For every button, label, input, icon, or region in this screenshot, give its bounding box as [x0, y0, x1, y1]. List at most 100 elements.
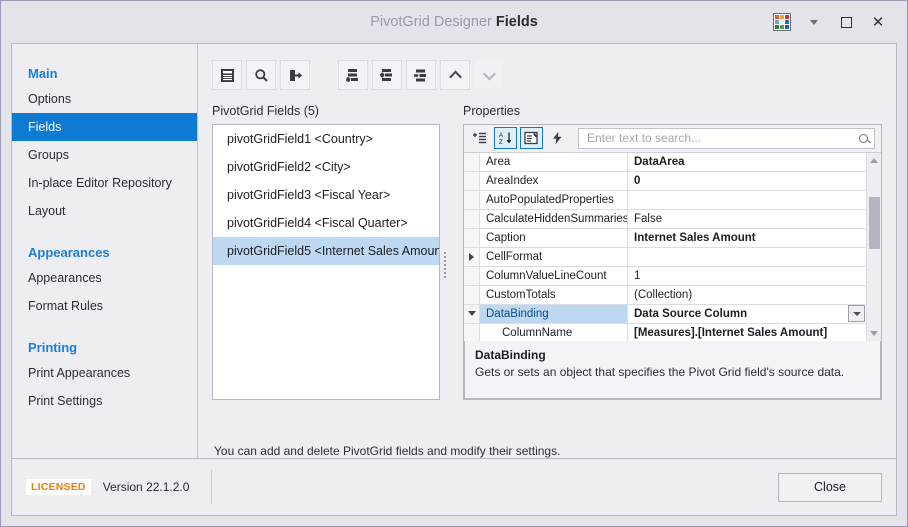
property-value[interactable]: 0	[628, 172, 866, 190]
window-title-app: PivotGrid Designer	[370, 14, 492, 30]
property-dropdown-button[interactable]	[848, 305, 865, 323]
sidebar-item-appearances[interactable]: Appearances	[12, 264, 197, 292]
move-up-button[interactable]	[440, 60, 470, 90]
window-body: Main Options Fields Groups In-place Edit…	[11, 43, 897, 458]
sidebar-group-printing-heading: Printing	[28, 340, 78, 355]
table-row[interactable]: ColumnName [Measures].[Internet Sales Am…	[464, 323, 866, 342]
row-expander[interactable]	[464, 304, 480, 323]
property-value[interactable]: Internet Sales Amount	[628, 229, 866, 247]
row-expander	[464, 209, 480, 228]
window-title-page: Fields	[495, 14, 538, 30]
property-value[interactable]: Data Source Column	[628, 304, 866, 323]
sidebar-item-print-settings[interactable]: Print Settings	[12, 387, 197, 415]
theme-grid-button[interactable]	[767, 9, 797, 35]
description-text: Gets or sets an object that specifies th…	[475, 365, 845, 380]
row-expander	[464, 171, 480, 190]
sidebar-item-options[interactable]: Options	[12, 85, 197, 113]
pivotgrid-designer-window: PivotGrid Designer Fields ✕ Main Options…	[0, 0, 908, 527]
search-icon	[254, 68, 268, 82]
export-button[interactable]	[280, 60, 310, 90]
close-window-button[interactable]: ✕	[863, 9, 893, 35]
table-row[interactable]: AreaIndex 0	[464, 171, 866, 191]
sort-alphabetical-button[interactable]: A Z	[494, 127, 517, 150]
table-row-selected[interactable]: DataBinding Data Source Column	[464, 304, 866, 324]
title-bar: PivotGrid Designer Fields ✕	[1, 1, 907, 43]
properties-page-button[interactable]	[520, 127, 543, 150]
add-field-button[interactable]	[338, 60, 368, 90]
sidebar-item-print-appearances[interactable]: Print Appearances	[12, 359, 197, 387]
expand-expanded-icon	[467, 311, 476, 317]
sidebar-item-layout[interactable]: Layout	[12, 197, 197, 225]
chevron-down-icon	[810, 19, 818, 25]
panel-splitter[interactable]	[440, 104, 449, 426]
license-badge: LICENSED	[26, 479, 91, 495]
property-value[interactable]: 1	[628, 267, 866, 285]
property-name: AutoPopulatedProperties	[480, 190, 628, 209]
close-button[interactable]: Close	[778, 472, 882, 502]
scrollbar-thumb[interactable]	[869, 196, 880, 249]
property-value[interactable]	[628, 191, 866, 209]
sort-alphabetical-icon: A Z	[499, 132, 512, 145]
property-value[interactable]: False	[628, 210, 866, 228]
fields-panel-label: PivotGrid Fields (5)	[212, 104, 319, 118]
property-name: AreaIndex	[480, 171, 628, 190]
list-item[interactable]: pivotGridField3 <Fiscal Year>	[213, 181, 439, 209]
property-value[interactable]: DataArea	[628, 153, 866, 171]
table-row[interactable]: CustomTotals (Collection)	[464, 285, 866, 305]
remove-field-button[interactable]	[406, 60, 436, 90]
move-down-button[interactable]	[474, 60, 504, 90]
fields-list[interactable]: pivotGridField1 <Country> pivotGridField…	[212, 124, 440, 400]
svg-text:A: A	[499, 133, 503, 139]
svg-text:Z: Z	[499, 140, 503, 145]
scroll-up-button[interactable]	[867, 153, 881, 168]
maximize-icon	[840, 16, 852, 28]
property-name: ColumnName	[480, 323, 628, 342]
categorized-button[interactable]	[468, 127, 491, 149]
expand-collapsed-icon	[469, 252, 474, 261]
properties-search-input[interactable]	[585, 130, 859, 147]
property-value[interactable]	[628, 248, 866, 266]
sidebar-item-in-place-editor-repository[interactable]: In-place Editor Repository	[12, 169, 197, 197]
insert-field-button[interactable]	[372, 60, 402, 90]
sidebar-item-groups[interactable]: Groups	[12, 141, 197, 169]
maximize-button[interactable]	[831, 9, 861, 35]
sidebar: Main Options Fields Groups In-place Edit…	[12, 44, 198, 458]
table-row[interactable]: Area DataArea	[464, 152, 866, 172]
table-row[interactable]: ColumnValueLineCount 1	[464, 266, 866, 286]
properties-icon	[524, 132, 538, 145]
events-button[interactable]	[546, 127, 569, 149]
list-item[interactable]: pivotGridField1 <Country>	[213, 125, 439, 153]
export-icon	[289, 69, 302, 81]
table-row[interactable]: CalculateHiddenSummaries False	[464, 209, 866, 229]
close-icon: ✕	[871, 13, 885, 31]
property-name: DataBinding	[480, 304, 628, 323]
properties-panel: Properties A Z Enter text to search... A…	[463, 104, 882, 426]
form-view-button[interactable]	[212, 60, 242, 90]
sidebar-item-format-rules[interactable]: Format Rules	[12, 292, 197, 320]
property-name: CustomTotals	[480, 285, 628, 304]
property-value[interactable]: (Collection)	[628, 286, 866, 304]
content-area: PivotGrid Fields (5) pivotGridField1 <Co…	[198, 44, 896, 458]
table-row[interactable]: CellFormat	[464, 247, 866, 267]
properties-toolbar: A Z	[464, 125, 881, 153]
sidebar-group-main-heading: Main	[28, 66, 58, 81]
properties-grid: Area DataArea AreaIndex 0 AutoPopulatedP…	[464, 152, 881, 342]
theme-dropdown-button[interactable]	[799, 9, 829, 35]
properties-vertical-scrollbar[interactable]	[866, 152, 881, 342]
table-row[interactable]: AutoPopulatedProperties	[464, 190, 866, 210]
list-item[interactable]: pivotGridField4 <Fiscal Quarter>	[213, 209, 439, 237]
search-button[interactable]	[246, 60, 276, 90]
property-name: Area	[480, 152, 628, 171]
row-expander[interactable]	[464, 247, 480, 266]
scroll-down-button[interactable]	[867, 326, 881, 341]
property-name: ColumnValueLineCount	[480, 266, 628, 285]
list-item[interactable]: pivotGridField2 <City>	[213, 153, 439, 181]
row-expander	[464, 228, 480, 247]
sidebar-item-fields[interactable]: Fields	[12, 113, 197, 141]
properties-search-field[interactable]	[578, 127, 875, 149]
table-row[interactable]: Caption Internet Sales Amount	[464, 228, 866, 248]
property-value[interactable]: [Measures].[Internet Sales Amount]	[628, 324, 866, 342]
list-item-selected[interactable]: pivotGridField5 <Internet Sales Amount>	[213, 237, 439, 265]
fields-panel: PivotGrid Fields (5) pivotGridField1 <Co…	[212, 104, 440, 426]
footer-bar: LICENSED Version 22.1.2.0 Close	[11, 458, 897, 516]
